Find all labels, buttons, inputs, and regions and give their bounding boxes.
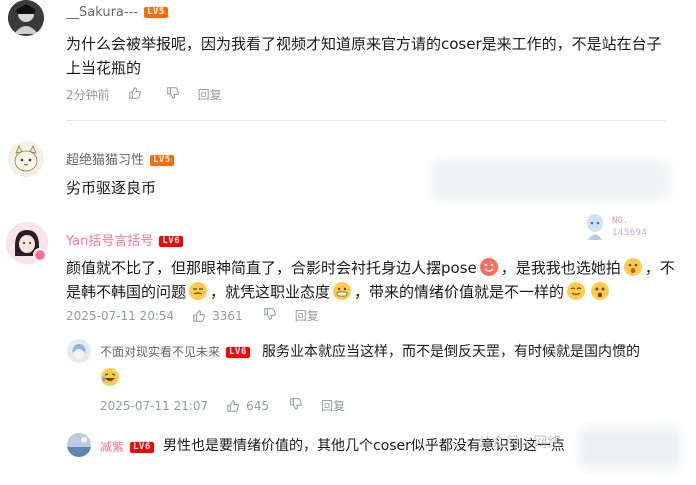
username-text[interactable]: __Sakura--- <box>66 5 138 20</box>
username-text[interactable]: Yan括号言括号 <box>66 234 153 249</box>
like-button[interactable]: 645 <box>226 399 269 413</box>
blurred-region <box>580 428 680 468</box>
fan-badge-no: NO. <box>612 216 629 226</box>
comment-meta: 2分钟前 回复 <box>66 86 222 103</box>
thumbs-down-icon <box>290 398 302 410</box>
reply-meta: 2025-07-11 21:07 645 回复 <box>100 397 345 414</box>
reply-emoji <box>100 367 120 387</box>
fan-badge: NO. 145694 <box>584 213 664 243</box>
username-text[interactable]: 不面对现实看不见未来 <box>100 345 220 359</box>
timestamp: 2分钟前 <box>66 88 110 102</box>
divider <box>66 120 666 121</box>
avatar[interactable] <box>8 141 44 177</box>
username[interactable]: Yan括号言括号 LV6 <box>66 230 184 249</box>
username[interactable]: 不面对现实看不见未来 LV6 <box>100 343 250 360</box>
watermark: 公众号 · 网络 <box>478 435 562 451</box>
surprised-emoji-icon <box>591 282 610 300</box>
dislike-button[interactable] <box>263 307 277 324</box>
timestamp: 2025-07-11 20:54 <box>66 308 175 323</box>
comment-text-content: ，就凭这职业态度 <box>210 283 331 301</box>
smile-emoji-icon <box>567 282 586 300</box>
level-badge: LV6 <box>226 347 250 358</box>
laughing-emoji-icon <box>101 368 119 386</box>
comment-text-content: 劣币驱逐良币 <box>66 179 157 197</box>
comment-text-content: ，是我我也选她拍 <box>500 259 621 277</box>
like-button[interactable]: 3361 <box>192 309 243 323</box>
thumbs-up-icon <box>227 399 240 412</box>
comment-text: 劣币驱逐良币 <box>66 176 156 200</box>
avatar[interactable] <box>67 433 91 457</box>
username[interactable]: 减紫 LV6 <box>100 438 154 455</box>
character-icon <box>587 214 603 240</box>
dislike-button[interactable] <box>289 397 303 414</box>
thumbs-down-icon <box>166 87 179 99</box>
level-badge: LV6 <box>159 236 184 247</box>
comment-text-content: 颜值就不比了，但那眼神简直了，合影时会衬托身边人摆pose <box>66 259 477 277</box>
comment-meta: 2025-07-11 20:54 3361 回复 <box>66 307 319 324</box>
timestamp: 2025-07-11 21:07 <box>100 398 209 413</box>
like-count: 3361 <box>212 308 243 323</box>
facepalm-emoji-icon <box>189 282 208 300</box>
thumbs-up-icon <box>128 87 141 99</box>
avatar[interactable] <box>8 0 44 36</box>
username[interactable]: 超绝猫猫习性 LV5 <box>66 149 174 168</box>
thumbs-down-icon <box>263 308 276 320</box>
like-count: 645 <box>246 398 270 413</box>
thumbs-up-icon <box>193 309 206 322</box>
username-text[interactable]: 减紫 <box>100 440 124 454</box>
reply-text: 服务业本就应当这样，而不是倒反天罡，有时候就是国内惯的 <box>262 340 672 364</box>
dislike-button[interactable] <box>166 86 180 103</box>
shocked-emoji-icon <box>623 258 642 276</box>
username[interactable]: __Sakura--- LV5 <box>66 5 168 20</box>
fan-badge-number: 145694 <box>612 228 648 238</box>
comment-text-content: 为什么会被举报呢，因为我看了视频才知道原来官方请的coser是来工作的，不是站在… <box>66 35 662 77</box>
blurred-region <box>430 160 670 200</box>
level-badge: LV6 <box>130 442 154 453</box>
avatar-badge-icon <box>33 248 47 262</box>
comment-text: 颜值就不比了，但那眼神简直了，合影时会衬托身边人摆pose ，是我我也选她拍 ，不是… <box>66 256 676 304</box>
reply-button[interactable]: 回复 <box>321 397 345 414</box>
comment-text-content: ，带来的情绪价值就是不一样的 <box>354 283 565 301</box>
username-text[interactable]: 超绝猫猫习性 <box>66 153 144 168</box>
level-badge: LV5 <box>150 155 174 166</box>
avatar[interactable] <box>67 339 91 363</box>
grin-emoji-icon <box>333 282 352 300</box>
reply-button[interactable]: 回复 <box>198 86 222 103</box>
reply-button[interactable]: 回复 <box>295 307 319 324</box>
like-button[interactable] <box>128 86 142 103</box>
comment-text: 为什么会被举报呢，因为我看了视频才知道原来官方请的coser是来工作的，不是站在… <box>66 32 666 80</box>
smile-emoji-icon <box>479 258 498 276</box>
reply-text-content: 服务业本就应当这样，而不是倒反天罡，有时候就是国内惯的 <box>262 344 640 360</box>
level-badge: LV5 <box>143 7 168 18</box>
